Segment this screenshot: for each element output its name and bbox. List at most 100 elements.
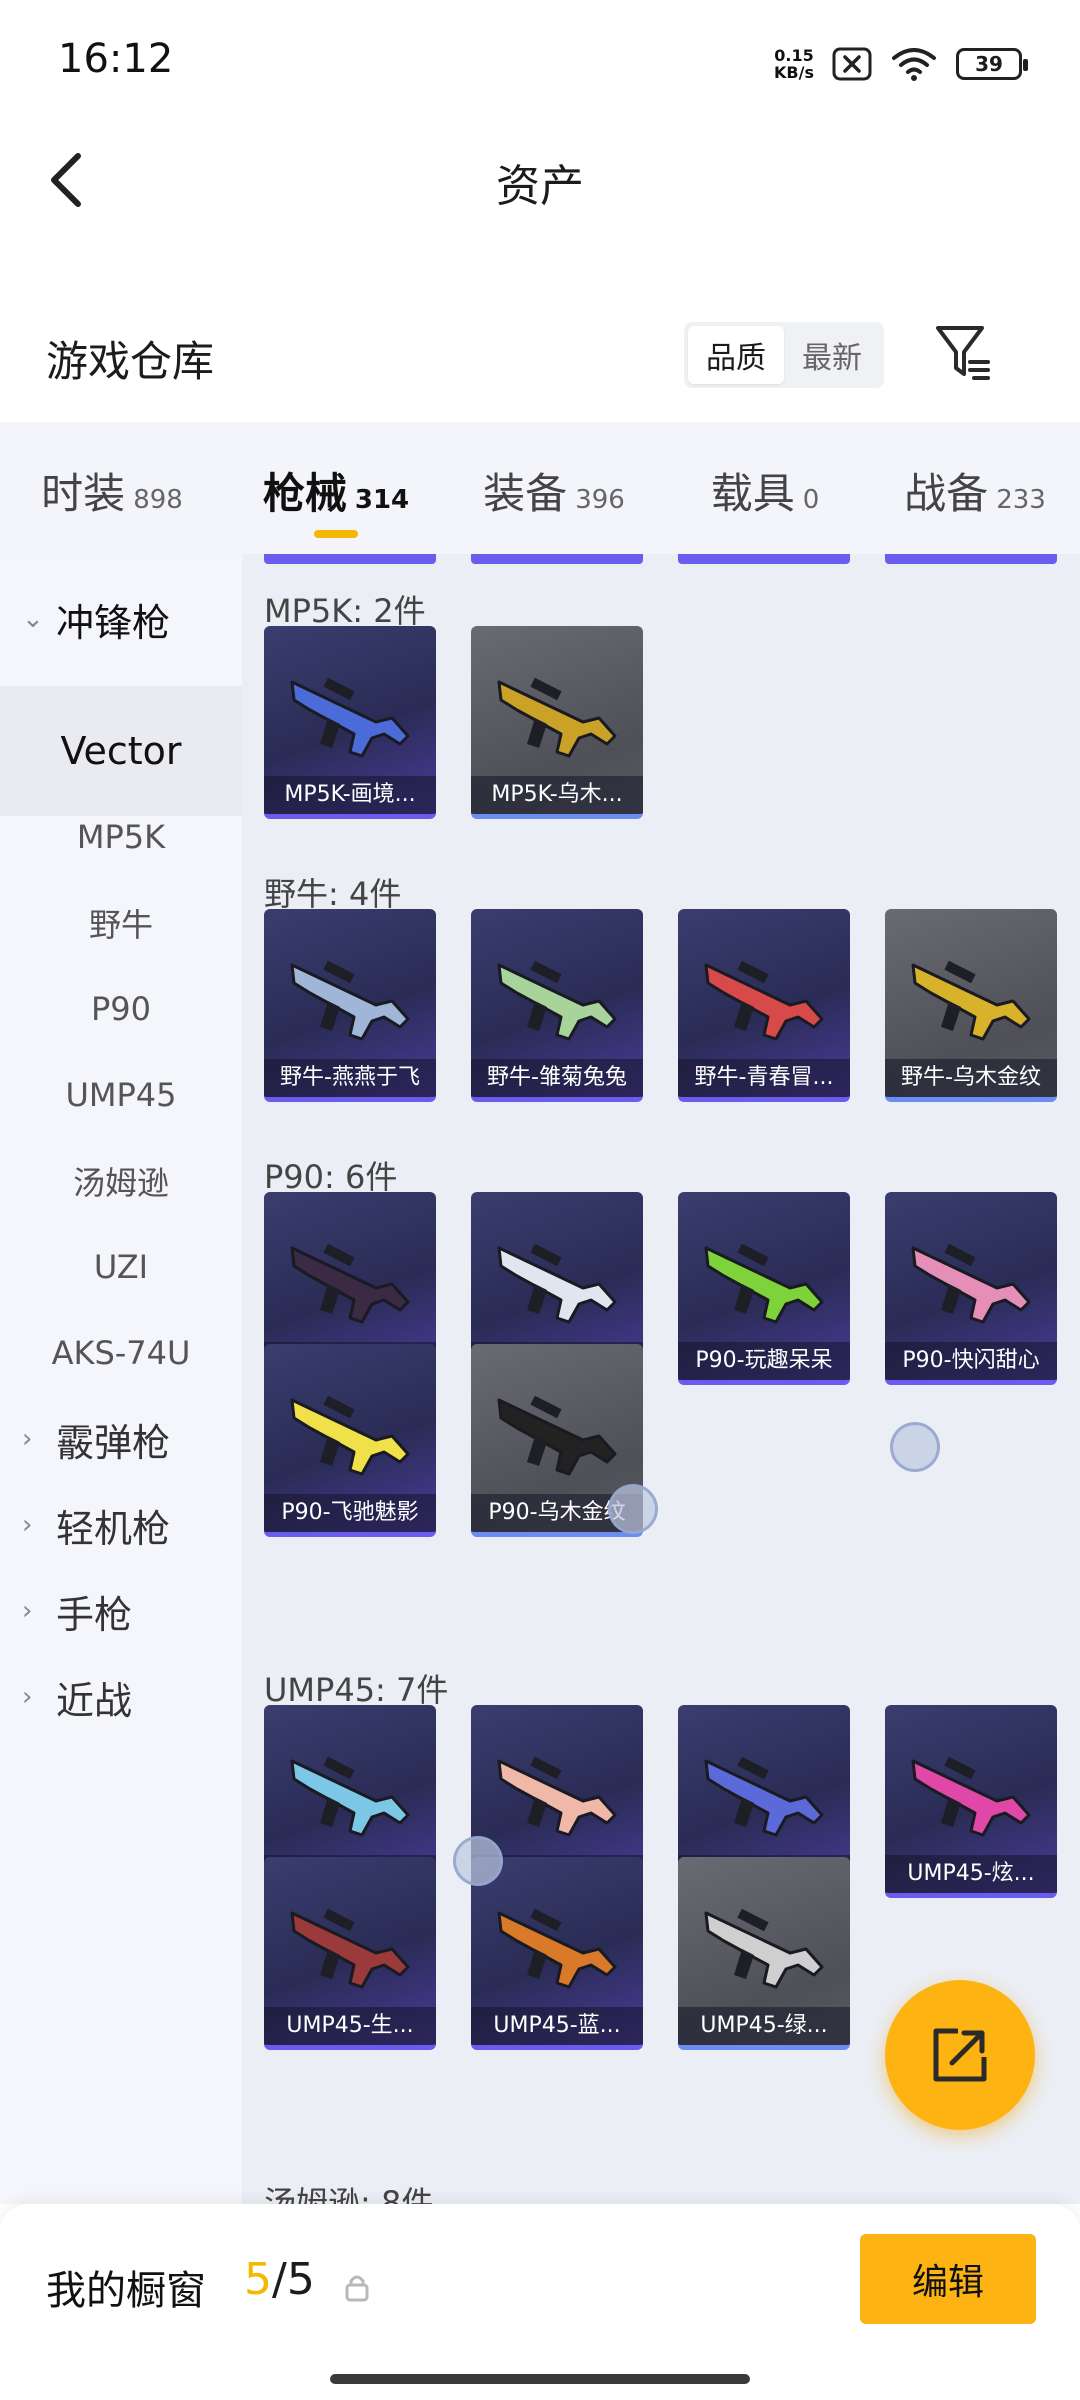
bottom-bar: 我的橱窗 5/5 编辑 bbox=[0, 2204, 1080, 2400]
chevron-down-icon: ⌄ bbox=[22, 604, 44, 634]
network-speed-value: 0.15 bbox=[774, 46, 814, 65]
previous-card-edge bbox=[678, 554, 850, 564]
weapon-card[interactable]: 野牛-乌木金纹 bbox=[885, 909, 1057, 1102]
weapon-card-label: UMP45-绿... bbox=[678, 2007, 850, 2045]
gun-icon bbox=[290, 1395, 410, 1476]
gun-icon bbox=[497, 1908, 617, 1989]
weapon-card[interactable]: MP5K-乌木... bbox=[471, 626, 643, 819]
filter-button[interactable] bbox=[934, 322, 994, 384]
tab-count: 314 bbox=[354, 485, 410, 515]
tab-equipment[interactable]: 装备 396 bbox=[448, 422, 660, 554]
sort-quality-option[interactable]: 品质 bbox=[688, 326, 784, 384]
gun-icon bbox=[704, 1243, 824, 1324]
showcase-total: /5 bbox=[272, 2254, 315, 2305]
sidebar-group-melee[interactable]: › 近战 bbox=[0, 1632, 242, 1762]
gun-icon bbox=[497, 1243, 617, 1324]
gun-icon bbox=[497, 677, 617, 758]
weapon-card[interactable]: P90-飞驰魅影 bbox=[264, 1344, 436, 1537]
weapon-card-label: UMP45-蓝... bbox=[471, 2007, 643, 2045]
gun-icon bbox=[290, 677, 410, 758]
chevron-right-icon: › bbox=[22, 1596, 33, 1626]
weapon-card[interactable]: 野牛-燕燕于飞 bbox=[264, 909, 436, 1102]
touch-indicator bbox=[890, 1422, 940, 1472]
gun-icon bbox=[497, 960, 617, 1041]
showcase-label: 我的橱窗 bbox=[46, 2268, 206, 2314]
weapon-card-label: P90-快闪甜心 bbox=[885, 1342, 1057, 1380]
weapon-card[interactable]: P90-快闪甜心 bbox=[885, 1192, 1057, 1385]
tab-label: 载具 bbox=[710, 469, 795, 518]
weapon-card[interactable]: MP5K-画境... bbox=[264, 626, 436, 819]
weapon-card[interactable]: UMP45-生... bbox=[264, 1857, 436, 2050]
page-title: 资产 bbox=[496, 161, 584, 212]
edit-button[interactable]: 编辑 bbox=[860, 2234, 1036, 2324]
sidebar-group-label: 轻机枪 bbox=[56, 1506, 171, 1551]
gun-icon bbox=[704, 1756, 824, 1837]
section-title-thompson: 汤姆逊: 8件 bbox=[264, 2184, 434, 2204]
network-speed: 0.15 KB/s bbox=[774, 47, 814, 81]
tab-count: 233 bbox=[996, 485, 1046, 515]
tab-label: 时装 bbox=[41, 469, 126, 518]
weapon-card-label: MP5K-画境... bbox=[264, 776, 436, 814]
showcase-current: 5 bbox=[244, 2254, 272, 2305]
gun-icon bbox=[290, 1756, 410, 1837]
sidebar-group-smg[interactable]: ⌄ 冲锋枪 bbox=[0, 554, 242, 684]
battery-indicator: 39 bbox=[956, 48, 1028, 80]
gun-icon bbox=[497, 1395, 617, 1476]
gun-icon bbox=[290, 960, 410, 1041]
previous-card-edge bbox=[885, 554, 1057, 564]
gun-icon bbox=[290, 1908, 410, 1989]
tab-label: 战备 bbox=[904, 469, 989, 518]
weapon-card[interactable]: UMP45-蓝... bbox=[471, 1857, 643, 2050]
network-speed-unit: KB/s bbox=[774, 63, 814, 82]
chevron-right-icon: › bbox=[22, 1424, 33, 1454]
tab-count: 898 bbox=[133, 485, 183, 515]
lock-icon bbox=[345, 2275, 369, 2302]
weapon-type-sidebar: ⌄ 冲锋枪 Vector MP5K 野牛 P90 UMP45 汤姆逊 UZI A… bbox=[0, 554, 242, 2204]
previous-card-edge bbox=[471, 554, 643, 564]
sort-toggle: 品质 最新 bbox=[684, 322, 884, 388]
weapon-card[interactable]: P90-玩趣呆呆 bbox=[678, 1192, 850, 1385]
weapon-card-label: 野牛-雏菊兔兔 bbox=[471, 1059, 643, 1097]
sidebar-group-label: 霰弹枪 bbox=[56, 1420, 171, 1465]
share-icon bbox=[933, 2028, 987, 2082]
weapon-card-label: P90-飞驰魅影 bbox=[264, 1494, 436, 1532]
touch-indicator bbox=[453, 1836, 503, 1886]
home-indicator[interactable] bbox=[330, 2374, 750, 2384]
gun-icon bbox=[290, 1243, 410, 1324]
tab-firearms[interactable]: 枪械 314 bbox=[224, 422, 448, 554]
tab-supplies[interactable]: 战备 233 bbox=[870, 422, 1080, 554]
tab-fashion[interactable]: 时装 898 bbox=[0, 422, 224, 554]
tab-vehicles[interactable]: 载具 0 bbox=[660, 422, 870, 554]
weapon-card-label: 野牛-燕燕于飞 bbox=[264, 1059, 436, 1097]
weapon-card-label: 野牛-青春冒... bbox=[678, 1059, 850, 1097]
tab-count: 396 bbox=[575, 485, 625, 515]
sidebar-group-label: 近战 bbox=[56, 1678, 133, 1723]
weapon-card-label: 野牛-乌木金纹 bbox=[885, 1059, 1057, 1097]
weapon-card[interactable]: UMP45-绿... bbox=[678, 1857, 850, 2050]
previous-card-edge bbox=[264, 554, 436, 564]
gun-icon bbox=[704, 1908, 824, 1989]
wifi-icon bbox=[892, 48, 936, 81]
filter-icon bbox=[936, 326, 990, 380]
sort-newest-option[interactable]: 最新 bbox=[784, 326, 880, 384]
gun-icon bbox=[911, 1756, 1031, 1837]
sidebar-group-label: 手枪 bbox=[56, 1592, 133, 1637]
tab-label: 枪械 bbox=[262, 469, 347, 518]
share-button[interactable] bbox=[885, 1980, 1035, 2130]
gun-icon bbox=[911, 1243, 1031, 1324]
tab-label: 装备 bbox=[483, 469, 568, 518]
status-icons: 0.15 KB/s 39 bbox=[774, 40, 1028, 88]
gun-icon bbox=[704, 960, 824, 1041]
weapon-card[interactable]: UMP45-炫... bbox=[885, 1705, 1057, 1898]
sim-off-icon bbox=[832, 47, 872, 81]
weapon-card[interactable]: 野牛-雏菊兔兔 bbox=[471, 909, 643, 1102]
weapon-card[interactable]: 野牛-青春冒... bbox=[678, 909, 850, 1102]
chevron-right-icon: › bbox=[22, 1682, 33, 1712]
status-time: 16:12 bbox=[58, 36, 174, 82]
tab-count: 0 bbox=[802, 485, 820, 515]
weapon-card-label: MP5K-乌木... bbox=[471, 776, 643, 814]
warehouse-title: 游戏仓库 bbox=[46, 337, 215, 386]
weapon-grid: MP5K: 2件 野牛: 4件 P90: 6件 UMP45: 7件 汤姆逊: 8… bbox=[242, 554, 1080, 2204]
category-tabs: 时装 898 枪械 314 装备 396 载具 0 战备 233 bbox=[0, 422, 1080, 554]
gun-icon bbox=[911, 960, 1031, 1041]
